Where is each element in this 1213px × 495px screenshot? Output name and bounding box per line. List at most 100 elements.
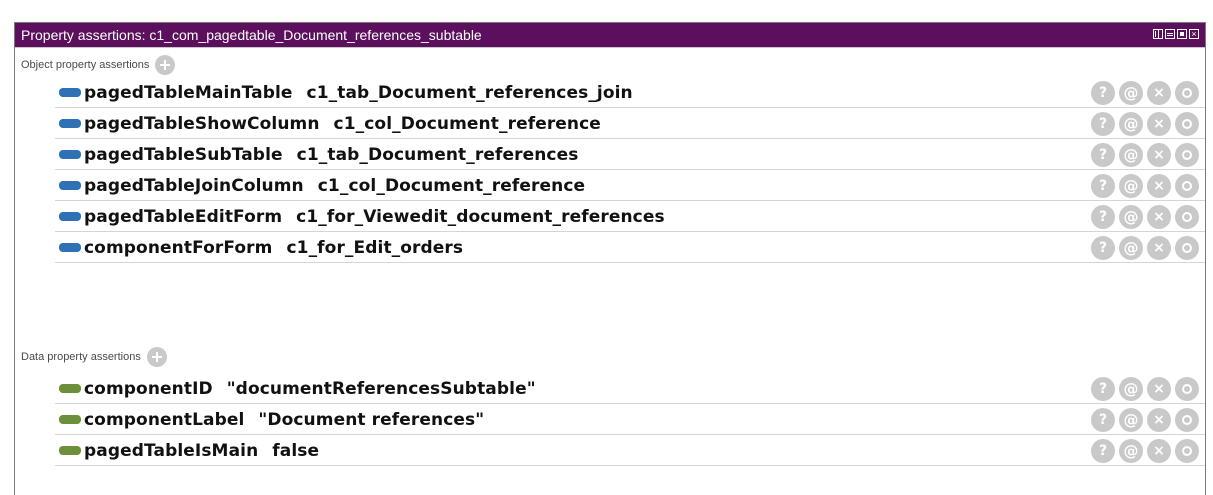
property-name: pagedTableMainTable [84, 82, 293, 103]
edit-button[interactable] [1175, 439, 1199, 463]
row-actions: ? @ × [1091, 174, 1199, 198]
row-actions: ? @ × [1091, 408, 1199, 432]
delete-button[interactable]: × [1147, 112, 1171, 136]
explain-button[interactable]: ? [1091, 439, 1115, 463]
annotate-button[interactable]: @ [1119, 143, 1143, 167]
edit-ring-icon [1182, 212, 1192, 222]
delete-button[interactable]: × [1147, 377, 1171, 401]
object-property-assertions-header: Object property assertions [15, 53, 176, 77]
data-assertion-row[interactable]: pagedTableIsMain false ? @ × [55, 436, 1205, 466]
property-value: c1_tab_Document_references [296, 144, 579, 165]
close-view-icon[interactable]: × [1189, 29, 1199, 39]
property-name: pagedTableEditForm [84, 206, 283, 227]
minimize-view-icon[interactable] [1165, 29, 1175, 39]
row-actions: ? @ × [1091, 439, 1199, 463]
property-value: false [272, 440, 320, 461]
row-actions: ? @ × [1091, 377, 1199, 401]
delete-button[interactable]: × [1147, 174, 1171, 198]
data-assertion-row[interactable]: componentLabel "Document references" ? @… [55, 405, 1205, 435]
property-value: c1_for_Edit_orders [286, 237, 464, 258]
annotate-button[interactable]: @ [1119, 205, 1143, 229]
data-property-icon [59, 446, 81, 455]
explain-button[interactable]: ? [1091, 408, 1115, 432]
data-property-assertions-header: Data property assertions [15, 345, 167, 369]
edit-button[interactable] [1175, 377, 1199, 401]
object-property-icon [59, 243, 81, 252]
annotate-button[interactable]: @ [1119, 81, 1143, 105]
data-section-label: Data property assertions [21, 351, 141, 363]
annotate-button[interactable]: @ [1119, 408, 1143, 432]
edit-button[interactable] [1175, 174, 1199, 198]
edit-button[interactable] [1175, 205, 1199, 229]
annotate-button[interactable]: @ [1119, 236, 1143, 260]
delete-button[interactable]: × [1147, 81, 1171, 105]
edit-ring-icon [1182, 446, 1192, 456]
object-assertion-row[interactable]: pagedTableJoinColumn c1_col_Document_ref… [55, 171, 1205, 201]
object-assertion-row[interactable]: componentForForm c1_for_Edit_orders ? @ … [55, 233, 1205, 263]
property-value: c1_col_Document_reference [317, 175, 586, 196]
view-title-bar: Property assertions: c1_com_pagedtable_D… [15, 23, 1205, 47]
edit-ring-icon [1182, 384, 1192, 394]
window-controls: × [1153, 29, 1199, 39]
property-name: componentID [84, 378, 213, 399]
property-value: c1_tab_Document_references_join [306, 82, 633, 103]
edit-ring-icon [1182, 119, 1192, 129]
explain-button[interactable]: ? [1091, 112, 1115, 136]
row-actions: ? @ × [1091, 205, 1199, 229]
view-title: Property assertions: c1_com_pagedtable_D… [21, 27, 482, 43]
delete-button[interactable]: × [1147, 408, 1171, 432]
property-name: componentForForm [84, 237, 273, 258]
data-assertion-row[interactable]: componentID "documentReferencesSubtable"… [55, 374, 1205, 404]
edit-ring-icon [1182, 181, 1192, 191]
explain-button[interactable]: ? [1091, 174, 1115, 198]
data-property-icon [59, 384, 81, 393]
add-data-property-icon[interactable] [146, 347, 167, 367]
object-section-label: Object property assertions [21, 59, 150, 71]
object-property-icon [59, 212, 81, 221]
delete-button[interactable]: × [1147, 439, 1171, 463]
annotate-button[interactable]: @ [1119, 377, 1143, 401]
annotate-button[interactable]: @ [1119, 112, 1143, 136]
property-name: pagedTableJoinColumn [84, 175, 304, 196]
delete-button[interactable]: × [1147, 143, 1171, 167]
edit-button[interactable] [1175, 236, 1199, 260]
explain-button[interactable]: ? [1091, 377, 1115, 401]
maximize-view-icon[interactable] [1177, 29, 1187, 39]
row-actions: ? @ × [1091, 143, 1199, 167]
property-name: componentLabel [84, 409, 245, 430]
object-property-icon [59, 181, 81, 190]
explain-button[interactable]: ? [1091, 236, 1115, 260]
edit-ring-icon [1182, 415, 1192, 425]
object-assertion-row[interactable]: pagedTableShowColumn c1_col_Document_ref… [55, 109, 1205, 139]
float-view-icon[interactable] [1153, 29, 1163, 39]
annotate-button[interactable]: @ [1119, 174, 1143, 198]
property-name: pagedTableShowColumn [84, 113, 320, 134]
object-assertion-row[interactable]: pagedTableEditForm c1_for_Viewedit_docum… [55, 202, 1205, 232]
object-property-icon [59, 88, 81, 97]
row-actions: ? @ × [1091, 236, 1199, 260]
property-value: "Document references" [258, 409, 485, 430]
delete-button[interactable]: × [1147, 205, 1171, 229]
edit-button[interactable] [1175, 112, 1199, 136]
property-assertions-view: Property assertions: c1_com_pagedtable_D… [14, 22, 1206, 495]
edit-button[interactable] [1175, 408, 1199, 432]
object-assertion-row[interactable]: pagedTableMainTable c1_tab_Document_refe… [55, 78, 1205, 108]
edit-button[interactable] [1175, 143, 1199, 167]
row-actions: ? @ × [1091, 81, 1199, 105]
property-name: pagedTableSubTable [84, 144, 283, 165]
edit-ring-icon [1182, 88, 1192, 98]
row-actions: ? @ × [1091, 112, 1199, 136]
data-property-icon [59, 415, 81, 424]
property-value: c1_col_Document_reference [333, 113, 601, 134]
annotate-button[interactable]: @ [1119, 439, 1143, 463]
property-name: pagedTableIsMain [84, 440, 259, 461]
edit-button[interactable] [1175, 81, 1199, 105]
delete-button[interactable]: × [1147, 236, 1171, 260]
object-assertion-row[interactable]: pagedTableSubTable c1_tab_Document_refer… [55, 140, 1205, 170]
add-object-property-icon[interactable] [155, 55, 176, 75]
explain-button[interactable]: ? [1091, 143, 1115, 167]
edit-ring-icon [1182, 243, 1192, 253]
explain-button[interactable]: ? [1091, 205, 1115, 229]
explain-button[interactable]: ? [1091, 81, 1115, 105]
property-value: c1_for_Viewedit_document_references [296, 206, 665, 227]
